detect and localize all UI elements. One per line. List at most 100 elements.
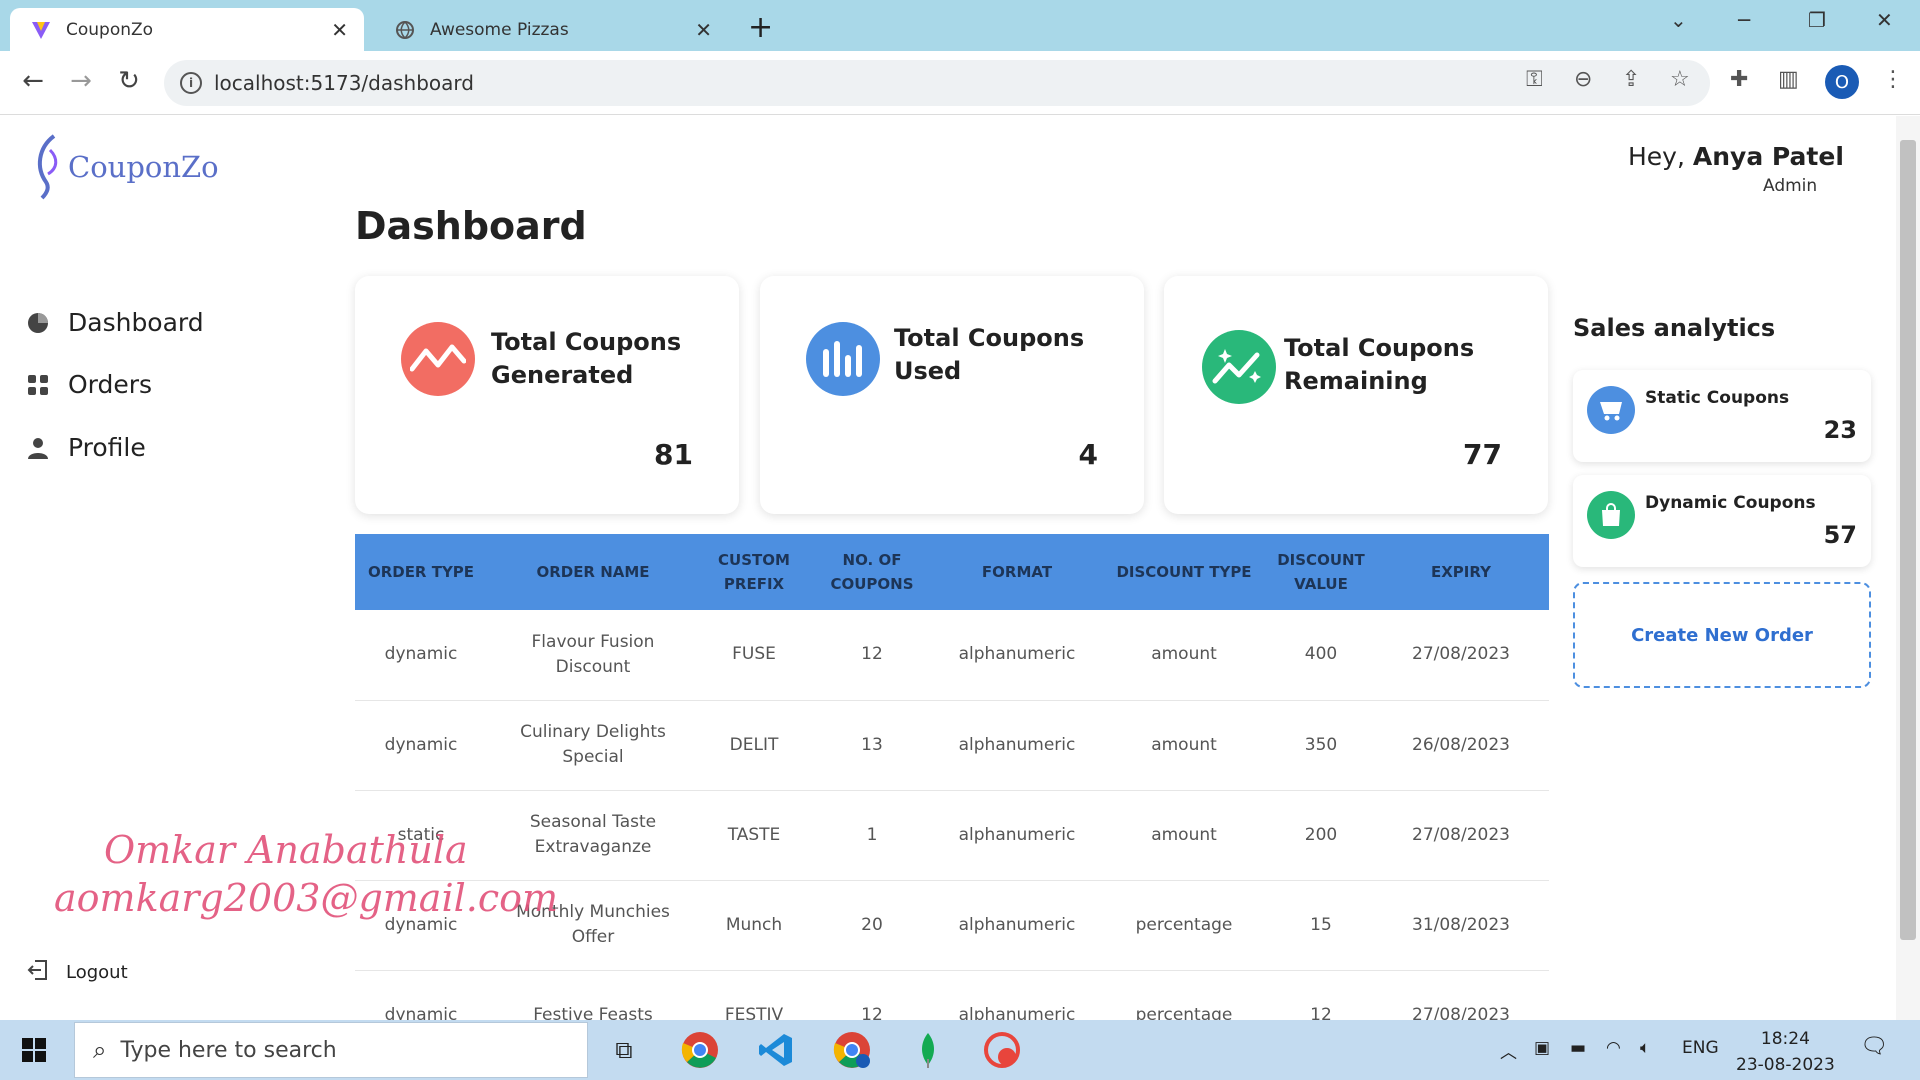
logout-button[interactable]: Logout [26, 958, 128, 987]
minimize-icon[interactable]: ─ [1738, 8, 1750, 32]
author-watermark: Omkar Anabathula aomkarg2003@gmail.com [54, 826, 558, 922]
table-row[interactable]: dynamic Festive Feasts FESTIV 12 alphanu… [355, 970, 1549, 1020]
globe-icon [394, 19, 416, 41]
tab-couponzo[interactable]: CouponZo ✕ [10, 8, 364, 51]
grid-icon [26, 373, 50, 397]
bar-chart-icon [806, 322, 880, 396]
windows-taskbar: ⌕ Type here to search ⧉ ︿ ▣ ▬ ◠ 🔈︎ ENG 1… [0, 1020, 1920, 1080]
stat-card-used: Total Coupons Used 4 [760, 276, 1144, 514]
greeting-prefix: Hey, [1628, 142, 1685, 171]
close-window-icon[interactable]: ✕ [1876, 8, 1893, 32]
meet-now-icon[interactable]: ▣ [1534, 1038, 1550, 1058]
clock-time: 18:24 [1760, 1029, 1810, 1049]
reload-icon[interactable]: ↻ [112, 66, 146, 96]
stat-value: 81 [654, 438, 693, 471]
chrome-profile-icon[interactable] [830, 1028, 874, 1072]
dynamic-coupons-card: Dynamic Coupons 57 [1573, 475, 1871, 567]
create-new-order-button[interactable]: Create New Order [1573, 582, 1871, 688]
site-info-icon[interactable]: i [180, 72, 202, 94]
profile-avatar[interactable]: O [1825, 65, 1859, 99]
cell-format: alphanumeric [935, 610, 1099, 701]
table-row[interactable]: dynamic Flavour Fusion Discount FUSE 12 … [355, 610, 1549, 701]
cell-discount-value: 15 [1269, 880, 1373, 971]
column-header: EXPIRY [1431, 563, 1491, 581]
side-panel-icon[interactable]: ▥ [1778, 67, 1799, 92]
cell-no-of-coupons: 13 [809, 700, 935, 791]
cell-discount-type: amount [1099, 790, 1269, 881]
browser-toolbar: ← → ↻ i localhost:5173/dashboard ⚿ ⊖ ⇪ ☆… [0, 51, 1920, 115]
logout-label: Logout [66, 962, 128, 983]
app-logo[interactable]: CouponZo [32, 134, 219, 200]
cell-order-name: Culinary Delights Special [487, 700, 699, 791]
taskbar-clock[interactable]: 18:24 23-08-2023 [1736, 1026, 1835, 1078]
bookmark-star-icon[interactable]: ☆ [1670, 67, 1690, 92]
windows-start-icon[interactable] [22, 1038, 46, 1066]
tab-awesome-pizzas[interactable]: Awesome Pizzas ✕ [374, 8, 728, 51]
watermark-email: aomkarg2003@gmail.com [54, 876, 559, 920]
cell-format: alphanumeric [935, 790, 1099, 881]
share-icon[interactable]: ⇪ [1622, 67, 1640, 92]
column-header: DISCOUNT TYPE [1116, 563, 1252, 581]
sidebar-item-label: Orders [68, 370, 153, 399]
sidebar-item-orders[interactable]: Orders [26, 370, 152, 399]
tab-title: CouponZo [66, 19, 154, 40]
dynamic-coupons-label: Dynamic Coupons [1645, 493, 1816, 513]
taskbar-search[interactable]: ⌕ Type here to search [74, 1022, 588, 1078]
battery-icon[interactable]: ▬ [1570, 1038, 1586, 1058]
zoom-out-icon[interactable]: ⊖ [1574, 67, 1592, 92]
extensions-icon[interactable]: ✚ [1730, 67, 1748, 92]
wifi-icon[interactable]: ◠ [1606, 1038, 1621, 1058]
recorder-icon[interactable] [980, 1028, 1024, 1072]
show-hidden-icons-icon[interactable]: ︿ [1500, 1038, 1517, 1063]
cell-order-type: dynamic [355, 700, 487, 791]
user-greeting: Hey, Anya Patel [1628, 142, 1844, 171]
forward-icon[interactable]: → [64, 66, 98, 96]
notifications-icon[interactable]: 🗨︎ [1860, 1034, 1888, 1059]
column-header: NO. OF COUPONS [830, 551, 914, 593]
cell-discount-value: 200 [1269, 790, 1373, 881]
table-row[interactable]: dynamic Culinary Delights Special DELIT … [355, 700, 1549, 791]
chrome-icon[interactable] [678, 1028, 722, 1072]
logout-icon [26, 958, 50, 987]
stat-value: 4 [1078, 438, 1098, 471]
url-text[interactable]: localhost:5173/dashboard [214, 71, 474, 95]
cell-discount-value: 12 [1269, 970, 1373, 1020]
user-icon [26, 436, 50, 460]
mongodb-icon[interactable] [906, 1028, 950, 1072]
column-header: FORMAT [981, 563, 1053, 581]
static-coupons-value: 23 [1823, 416, 1857, 444]
new-tab-icon[interactable]: + [748, 10, 773, 45]
cell-order-type: dynamic [355, 970, 487, 1020]
sidebar-item-dashboard[interactable]: Dashboard [26, 308, 204, 337]
cell-format: alphanumeric [935, 700, 1099, 791]
tab-search-chevron-icon[interactable]: ⌄ [1670, 8, 1687, 32]
orders-table-container[interactable]: ORDER TYPE ORDER NAME CUSTOM PREFIX NO. … [355, 534, 1549, 1020]
stat-card-remaining: Total Coupons Remaining 77 [1164, 276, 1548, 514]
task-view-icon[interactable]: ⧉ [602, 1028, 646, 1072]
tab-close-icon[interactable]: ✕ [331, 18, 348, 42]
watermark-name: Omkar Anabathula [104, 828, 468, 872]
stat-title: Total Coupons Used [894, 324, 1085, 385]
static-coupons-label: Static Coupons [1645, 388, 1790, 408]
dynamic-coupons-value: 57 [1823, 521, 1857, 549]
cell-expiry: 31/08/2023 [1373, 880, 1549, 971]
language-indicator[interactable]: ENG [1682, 1038, 1719, 1058]
address-bar[interactable]: i localhost:5173/dashboard [164, 60, 1710, 106]
restore-icon[interactable]: ❐ [1808, 8, 1826, 32]
column-header: DISCOUNT VALUE [1277, 551, 1365, 593]
cell-custom-prefix: Munch [699, 880, 809, 971]
app-page: CouponZo Dashboard Orders Profile Logout [0, 116, 1920, 1020]
menu-kebab-icon[interactable]: ⋮ [1882, 67, 1904, 92]
cell-discount-type: percentage [1099, 970, 1269, 1020]
page-scrollbar[interactable] [1896, 116, 1920, 1020]
sidebar-item-profile[interactable]: Profile [26, 433, 146, 462]
vscode-icon[interactable] [754, 1028, 798, 1072]
cell-custom-prefix: FESTIV [699, 970, 809, 1020]
column-header: ORDER TYPE [367, 563, 475, 581]
tab-close-icon[interactable]: ✕ [695, 18, 712, 42]
cell-order-name: Festive Feasts [487, 970, 699, 1020]
scrollbar-thumb[interactable] [1900, 140, 1916, 940]
key-icon[interactable]: ⚿ [1526, 67, 1543, 92]
back-icon[interactable]: ← [16, 66, 50, 96]
volume-icon[interactable]: 🔈︎ [1640, 1038, 1650, 1058]
